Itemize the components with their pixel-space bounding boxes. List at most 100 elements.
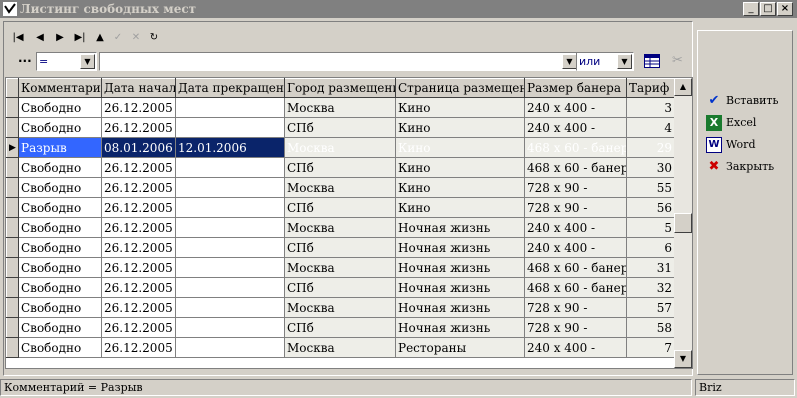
table-cell[interactable] <box>175 337 285 358</box>
table-row[interactable]: Свободно 26.12.2005 Москва Кино 240 x 400 -3 <box>6 97 675 118</box>
table-cell[interactable]: Кино <box>395 97 525 118</box>
table-cell[interactable]: Кино <box>395 157 525 178</box>
column-header[interactable]: Тариф <box>626 78 675 98</box>
row-indicator[interactable] <box>6 177 19 198</box>
table-cell[interactable]: СПб <box>284 197 396 218</box>
clear-filter-icon[interactable]: ✂ <box>672 53 683 68</box>
table-cell[interactable]: Разрыв <box>18 137 102 158</box>
chevron-down-icon[interactable]: ▼ <box>617 54 632 69</box>
table-cell[interactable]: 58 <box>626 317 675 338</box>
table-cell[interactable]: Свободно <box>18 317 102 338</box>
logic-combo[interactable]: или ▼ <box>576 52 634 71</box>
table-cell[interactable]: 26.12.2005 <box>101 157 176 178</box>
scroll-thumb[interactable] <box>674 213 692 233</box>
table-cell[interactable]: СПб <box>284 117 396 138</box>
minimize-button[interactable]: _ <box>743 2 759 16</box>
table-cell[interactable]: 728 x 90 - <box>524 177 627 198</box>
table-cell[interactable] <box>175 97 285 118</box>
table-cell[interactable]: СПб <box>284 157 396 178</box>
table-cell[interactable]: 08.01.2006 <box>101 137 176 158</box>
filter-value-combo[interactable]: ▼ <box>99 52 579 71</box>
next-record-icon[interactable]: ▶ <box>52 30 68 46</box>
table-cell[interactable]: 26.12.2005 <box>101 177 176 198</box>
column-header[interactable]: Дата начала <box>101 78 176 98</box>
table-cell[interactable]: Свободно <box>18 97 102 118</box>
table-row[interactable]: Свободно 26.12.2005 СПб Ночная жизнь 468 x 6… <box>6 277 675 298</box>
table-cell[interactable]: 26.12.2005 <box>101 237 176 258</box>
table-cell[interactable]: Кино <box>395 137 525 158</box>
prior-record-icon[interactable]: ◀ <box>32 30 48 46</box>
table-cell[interactable]: Свободно <box>18 197 102 218</box>
table-cell[interactable] <box>175 177 285 198</box>
table-cell[interactable] <box>175 297 285 318</box>
table-cell[interactable]: 26.12.2005 <box>101 337 176 358</box>
table-cell[interactable]: Ночная жизнь <box>395 317 525 338</box>
refresh-icon[interactable]: ↻ <box>146 30 162 46</box>
table-cell[interactable]: 55 <box>626 177 675 198</box>
table-cell[interactable]: Ночная жизнь <box>395 257 525 278</box>
post-icon[interactable]: ✓ <box>110 30 126 46</box>
table-cell[interactable]: СПб <box>284 317 396 338</box>
table-cell[interactable]: Свободно <box>18 257 102 278</box>
table-row[interactable]: Свободно 26.12.2005 Москва Ночная жизнь 468 … <box>6 257 675 278</box>
row-indicator[interactable] <box>6 297 19 318</box>
table-cell[interactable]: Ночная жизнь <box>395 277 525 298</box>
close-window-button[interactable]: × <box>777 2 793 16</box>
row-indicator[interactable] <box>6 117 19 138</box>
table-cell[interactable]: Москва <box>284 177 396 198</box>
table-cell[interactable]: Свободно <box>18 157 102 178</box>
row-indicator[interactable] <box>6 237 19 258</box>
table-cell[interactable]: 240 x 400 - <box>524 117 627 138</box>
operator-combo[interactable]: = ▼ <box>36 52 97 71</box>
table-cell[interactable] <box>175 197 285 218</box>
table-cell[interactable] <box>175 237 285 258</box>
table-cell[interactable] <box>175 317 285 338</box>
first-record-icon[interactable]: |◀ <box>10 30 26 46</box>
row-indicator[interactable] <box>6 97 19 118</box>
table-row[interactable]: ▶ Разрыв 08.01.2006 12.01.2006 Москва Кино 468… <box>6 137 675 158</box>
table-cell[interactable]: 468 x 60 - банер <box>524 157 627 178</box>
column-header[interactable]: Город размещения <box>284 78 396 98</box>
table-cell[interactable]: 26.12.2005 <box>101 97 176 118</box>
table-cell[interactable]: Свободно <box>18 237 102 258</box>
table-cell[interactable]: 240 x 400 - <box>524 237 627 258</box>
table-cell[interactable]: Москва <box>284 217 396 238</box>
table-cell[interactable]: Кино <box>395 197 525 218</box>
edit-icon[interactable]: ▲ <box>92 30 108 46</box>
table-cell[interactable]: 4 <box>626 117 675 138</box>
table-cell[interactable]: 468 x 60 - банер <box>524 257 627 278</box>
table-cell[interactable]: Ночная жизнь <box>395 217 525 238</box>
table-cell[interactable]: Москва <box>284 297 396 318</box>
table-cell[interactable]: 728 x 90 - <box>524 197 627 218</box>
vertical-scrollbar[interactable]: ▲ ▼ <box>674 78 692 368</box>
table-cell[interactable]: Кино <box>395 117 525 138</box>
table-cell[interactable]: 57 <box>626 297 675 318</box>
scroll-down-icon[interactable]: ▼ <box>674 350 692 368</box>
table-row[interactable]: Свободно 26.12.2005 СПб Ночная жизнь 728 x 9… <box>6 317 675 338</box>
chevron-down-icon[interactable]: ▼ <box>80 54 95 69</box>
table-cell[interactable]: 468 x 60 - банер <box>524 277 627 298</box>
table-cell[interactable]: 240 x 400 - <box>524 97 627 118</box>
table-cell[interactable]: 26.12.2005 <box>101 257 176 278</box>
row-indicator[interactable] <box>6 157 19 178</box>
row-indicator[interactable] <box>6 257 19 278</box>
column-header[interactable]: Дата прекращения <box>175 78 285 98</box>
row-indicator[interactable] <box>6 217 19 238</box>
table-row[interactable]: Свободно 26.12.2005 СПб Кино 468 x 60 - бане… <box>6 157 675 178</box>
column-header[interactable]: Комментарий <box>18 78 102 98</box>
table-row[interactable]: Свободно 26.12.2005 Москва Кино 728 x 90 -55 <box>6 177 675 198</box>
table-cell[interactable]: 6 <box>626 237 675 258</box>
table-cell[interactable]: 240 x 400 - <box>524 337 627 358</box>
table-cell[interactable]: 31 <box>626 257 675 278</box>
last-record-icon[interactable]: ▶| <box>72 30 88 46</box>
table-cell[interactable]: 29 <box>626 137 675 158</box>
table-cell[interactable]: Москва <box>284 97 396 118</box>
cancel-icon[interactable]: ✕ <box>128 30 144 46</box>
table-cell[interactable]: 5 <box>626 217 675 238</box>
row-indicator[interactable]: ▶ <box>6 137 19 158</box>
row-indicator[interactable] <box>6 337 19 358</box>
row-indicator[interactable] <box>6 197 19 218</box>
table-cell[interactable]: 26.12.2005 <box>101 117 176 138</box>
table-row[interactable]: Свободно 26.12.2005 Москва Ночная жизнь 728 … <box>6 297 675 318</box>
table-cell[interactable]: Ночная жизнь <box>395 297 525 318</box>
